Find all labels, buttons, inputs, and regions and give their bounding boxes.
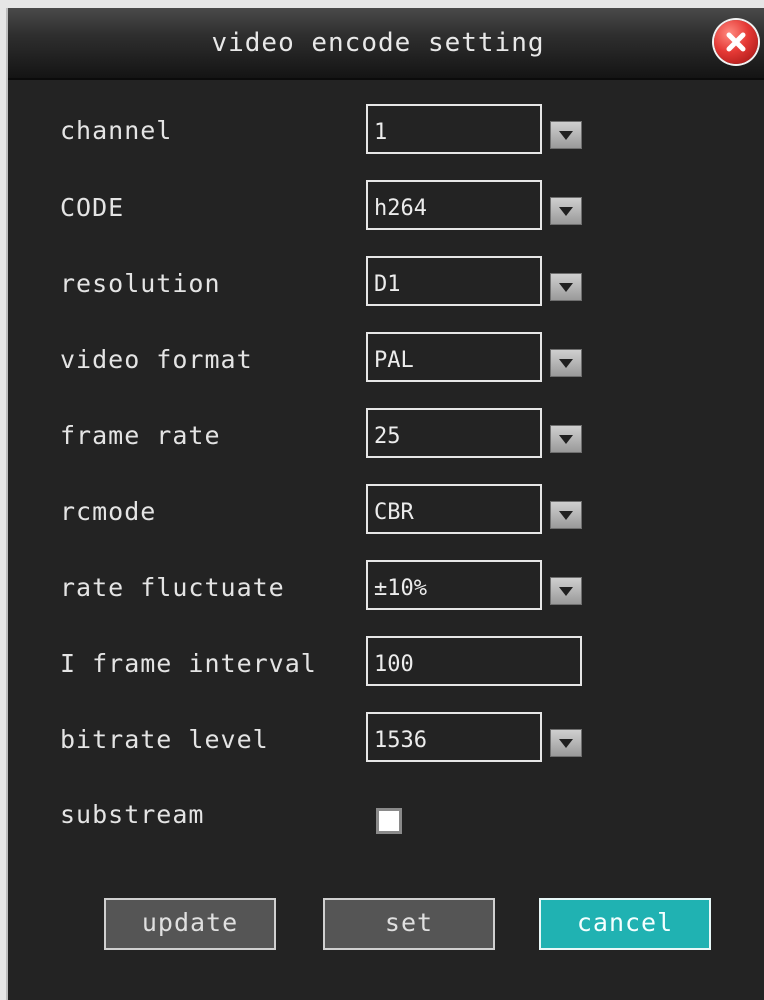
video-format-select[interactable]: PAL [366,332,542,382]
code-dropdown-button[interactable] [550,197,582,225]
rcmode-dropdown-button[interactable] [550,501,582,529]
set-button[interactable]: set [323,898,495,950]
frame-rate-select[interactable]: 25 [366,408,542,458]
code-label: CODE [60,193,125,222]
rate-fluctuate-dropdown-button[interactable] [550,577,582,605]
substream-checkbox[interactable] [376,808,402,834]
resolution-label: resolution [60,269,221,298]
i-frame-interval-input[interactable]: 100 [366,636,582,686]
title-bar: video encode setting [8,8,764,80]
close-icon [726,32,746,52]
i-frame-interval-label: I frame interval [60,649,317,678]
resolution-select[interactable]: D1 [366,256,542,306]
close-button[interactable] [714,20,758,64]
substream-label: substream [60,800,205,829]
channel-dropdown-button[interactable] [550,121,582,149]
code-select[interactable]: h264 [366,180,542,230]
bitrate-level-select[interactable]: 1536 [366,712,542,762]
frame-rate-label: frame rate [60,421,221,450]
rcmode-label: rcmode [60,497,157,526]
frame-rate-dropdown-button[interactable] [550,425,582,453]
rate-fluctuate-select[interactable]: ±10% [366,560,542,610]
update-button[interactable]: update [104,898,276,950]
channel-label: channel [60,116,173,145]
rcmode-select[interactable]: CBR [366,484,542,534]
video-format-dropdown-button[interactable] [550,349,582,377]
resolution-dropdown-button[interactable] [550,273,582,301]
cancel-button[interactable]: cancel [539,898,711,950]
video-format-label: video format [60,345,253,374]
channel-select[interactable]: 1 [366,104,542,154]
video-encode-dialog: video encode setting channel 1 CODE h264… [6,8,764,1000]
dialog-title: video encode setting [211,28,545,58]
bitrate-level-dropdown-button[interactable] [550,729,582,757]
rate-fluctuate-label: rate fluctuate [60,573,285,602]
bitrate-level-label: bitrate level [60,725,269,754]
